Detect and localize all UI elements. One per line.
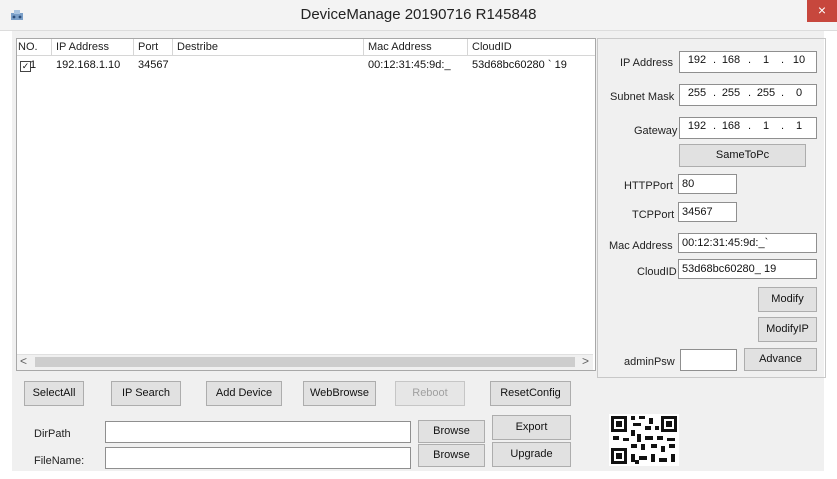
same-to-pc-button[interactable]: SameToPc (679, 144, 806, 167)
col-header-ip[interactable]: IP Address (52, 39, 134, 56)
col-header-cloudid[interactable]: CloudID (468, 39, 595, 56)
gateway-octet-2: 168 (721, 120, 741, 132)
scroll-left-arrow[interactable]: < (20, 354, 27, 369)
mask-dot: . (713, 87, 717, 99)
scrollbar-thumb[interactable] (35, 357, 575, 367)
ip-search-button[interactable]: IP Search (111, 381, 181, 406)
device-list[interactable]: NO. IP Address Port Destribe Mac Address… (16, 38, 596, 371)
cloudid-label: CloudID (637, 266, 677, 278)
advance-button[interactable]: Advance (744, 348, 817, 371)
col-header-describe[interactable]: Destribe (173, 39, 364, 56)
row-cloudid: 53d68bc60280 ` 19 (472, 59, 567, 71)
ip-octet-2: 168 (721, 54, 741, 66)
mask-octet-3: 255 (756, 87, 776, 99)
ip-octet-1: 192 (687, 54, 707, 66)
browse-dir-button[interactable]: Browse (418, 420, 485, 443)
subnet-mask-field[interactable]: 255 . 255 . 255 . 0 (679, 84, 817, 106)
gateway-dot: . (713, 120, 717, 132)
qr-code-icon (609, 414, 679, 466)
row-mac: 00:12:31:45:9d:_ (368, 59, 451, 71)
mask-octet-4: 0 (795, 87, 803, 99)
mask-dot: . (748, 87, 752, 99)
mask-octet-2: 255 (721, 87, 741, 99)
ip-address-field[interactable]: 192 . 168 . 1 . 10 (679, 51, 817, 73)
ip-dot: . (748, 54, 752, 66)
row-ip: 192.168.1.10 (56, 59, 121, 71)
ip-dot: . (713, 54, 717, 66)
row-describe (173, 57, 364, 74)
dir-path-label: DirPath (34, 428, 71, 440)
mac-address-field[interactable]: 00:12:31:45:9d:_` (678, 233, 817, 253)
col-header-no[interactable]: NO. (17, 39, 52, 56)
col-header-mac[interactable]: Mac Address (364, 39, 468, 56)
window-title: DeviceManage 20190716 R145848 (300, 6, 537, 23)
ip-octet-4: 10 (792, 54, 806, 66)
file-name-label: FileName: (34, 455, 85, 467)
row-no: 1 (30, 59, 37, 71)
http-port-field[interactable]: 80 (678, 174, 737, 194)
admin-password-field[interactable] (680, 349, 737, 371)
row-port: 34567 (138, 59, 169, 71)
ip-address-label: IP Address (620, 57, 673, 69)
cloudid-field[interactable]: 53d68bc60280_ 19 (678, 259, 817, 279)
col-header-port[interactable]: Port (134, 39, 173, 56)
mask-octet-1: 255 (687, 87, 707, 99)
subnet-mask-label: Subnet Mask (610, 91, 675, 103)
browse-file-button[interactable]: Browse (418, 444, 485, 467)
mac-address-label: Mac Address (609, 240, 673, 252)
ip-octet-3: 1 (762, 54, 770, 66)
admin-password-label: adminPsw (624, 356, 675, 368)
reset-config-button[interactable]: ResetConfig (490, 381, 571, 406)
tcp-port-field[interactable]: 34567 (678, 202, 737, 222)
http-port-label: HTTPPort (624, 180, 673, 192)
gateway-octet-4: 1 (795, 120, 803, 132)
export-button[interactable]: Export (492, 415, 571, 440)
add-device-button[interactable]: Add Device (206, 381, 282, 406)
upgrade-button[interactable]: Upgrade (492, 442, 571, 467)
gateway-dot: . (748, 120, 752, 132)
file-name-field[interactable] (105, 447, 411, 469)
tcp-port-label: TCPPort (632, 209, 675, 221)
gateway-label: Gateway (634, 125, 678, 137)
dir-path-field[interactable] (105, 421, 411, 443)
modify-ip-button[interactable]: ModifyIP (758, 317, 817, 342)
gateway-octet-3: 1 (762, 120, 770, 132)
web-browse-button[interactable]: WebBrowse (303, 381, 376, 406)
gateway-dot: . (781, 120, 785, 132)
mask-dot: . (781, 87, 785, 99)
reboot-button[interactable]: Reboot (395, 381, 465, 406)
gateway-octet-1: 192 (687, 120, 707, 132)
modify-button[interactable]: Modify (758, 287, 817, 312)
gateway-field[interactable]: 192 . 168 . 1 . 1 (679, 117, 817, 139)
ip-dot: . (781, 54, 785, 66)
select-all-button[interactable]: SelectAll (24, 381, 84, 406)
close-button[interactable]: × (807, 0, 837, 22)
scroll-right-arrow[interactable]: > (582, 354, 589, 369)
